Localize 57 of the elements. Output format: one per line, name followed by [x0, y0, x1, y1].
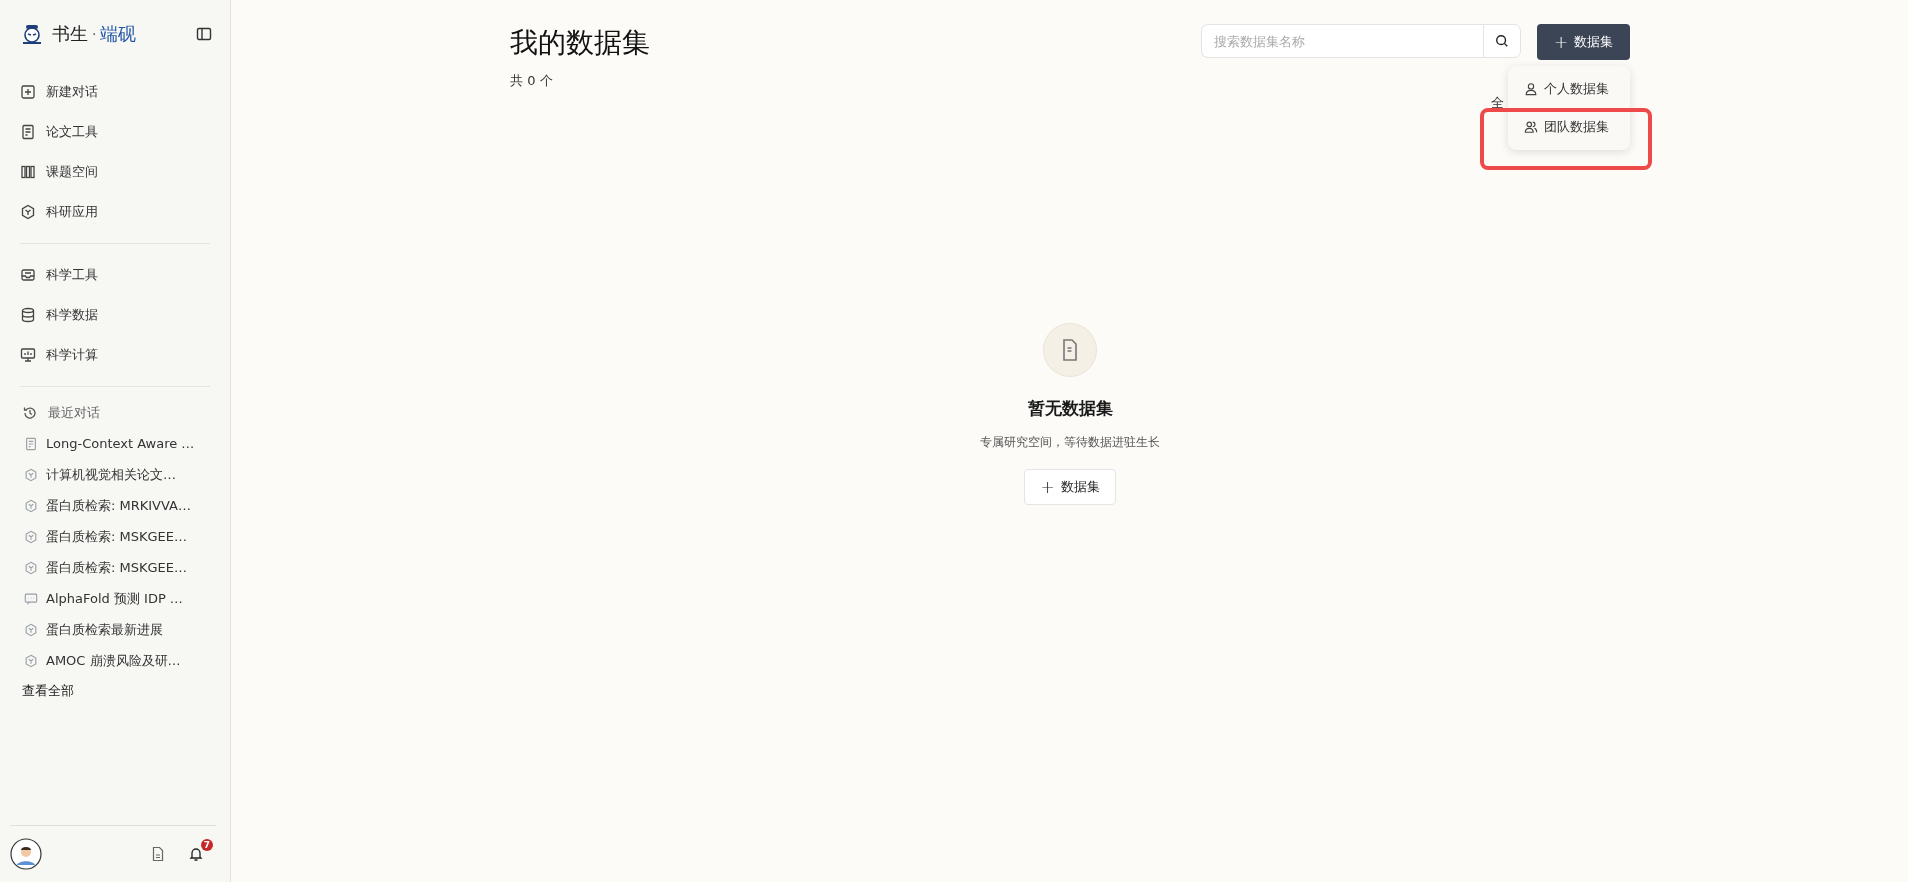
add-dataset-button[interactable]: + 数据集 [1024, 469, 1116, 505]
view-all-link[interactable]: 查看全部 [22, 676, 74, 706]
document-icon [24, 436, 38, 451]
document-icon [20, 124, 36, 140]
filter-label: 全 [1491, 94, 1504, 112]
recent-chat-item[interactable]: AlphaFold 预测 IDP … [20, 583, 216, 614]
hexagon-icon [24, 467, 38, 482]
recent-title: 最近对话 [48, 404, 100, 422]
hexagon-icon [24, 622, 38, 637]
inbox-icon [20, 267, 36, 283]
search-icon [1495, 34, 1509, 48]
hexagon-icon [24, 498, 38, 513]
empty-state-message: 专属研究空间，等待数据进驻生长 [980, 434, 1160, 451]
people-icon [1524, 120, 1538, 134]
sidebar-toggle-icon[interactable] [196, 26, 212, 42]
recent-chat-item[interactable]: Long-Context Aware … [20, 428, 216, 459]
recent-chat-item[interactable]: 蛋白质检索: MSKGEE… [20, 552, 216, 583]
page-title: 我的数据集 [510, 25, 650, 61]
person-icon [1524, 82, 1538, 96]
plus-square-icon [20, 84, 36, 100]
empty-state-title: 暂无数据集 [1027, 397, 1113, 420]
notification-bell-icon[interactable] [188, 846, 204, 862]
mascot-logo-icon [20, 22, 44, 46]
monitor-icon [20, 347, 36, 363]
hexagon-icon [20, 204, 36, 220]
hexagon-icon [24, 529, 38, 544]
recent-chat-item[interactable]: 蛋白质检索: MRKIVVA… [20, 490, 216, 521]
recent-chat-item[interactable]: AMOC 崩溃风险及研… [20, 645, 216, 676]
add-dataset-button[interactable]: + 数据集 [1537, 24, 1630, 60]
document-icon [1063, 339, 1077, 361]
history-icon [22, 405, 38, 421]
nav-item[interactable]: 科学计算 [20, 335, 216, 375]
nav-item[interactable]: 科学工具 [20, 255, 216, 295]
database-icon [20, 307, 36, 323]
search-field[interactable]: 搜索数据集名称 [1201, 24, 1483, 58]
logo-separator: · [92, 26, 97, 42]
dropdown-item[interactable]: 个人数据集 [1508, 70, 1630, 108]
dataset-count: 共 0 个 [510, 72, 554, 90]
nav-item[interactable]: 新建对话 [20, 72, 216, 112]
avatar[interactable] [10, 838, 42, 870]
logo-accent-text: 端砚 [100, 22, 137, 46]
dropdown-item[interactable]: 团队数据集 [1508, 108, 1630, 146]
notification-badge: 7 [201, 839, 213, 851]
logo-text: 书生 [52, 22, 88, 46]
books-icon [20, 164, 36, 180]
recent-chat-item[interactable]: 蛋白质检索: MSKGEE… [20, 521, 216, 552]
nav-item[interactable]: 课题空间 [20, 152, 216, 192]
nav-item[interactable]: 科学数据 [20, 295, 216, 335]
document-icon[interactable] [150, 846, 166, 862]
recent-chat-item[interactable]: 计算机视觉相关论文… [20, 459, 216, 490]
recent-chat-item[interactable]: 蛋白质检索最新进展 [20, 614, 216, 645]
hexagon-icon [24, 653, 38, 668]
hexagon-icon [24, 560, 38, 575]
nav-item[interactable]: 论文工具 [20, 112, 216, 152]
nav-item[interactable]: 科研应用 [20, 192, 216, 232]
chat-bubble-icon [24, 591, 38, 606]
search-button[interactable] [1483, 24, 1521, 58]
